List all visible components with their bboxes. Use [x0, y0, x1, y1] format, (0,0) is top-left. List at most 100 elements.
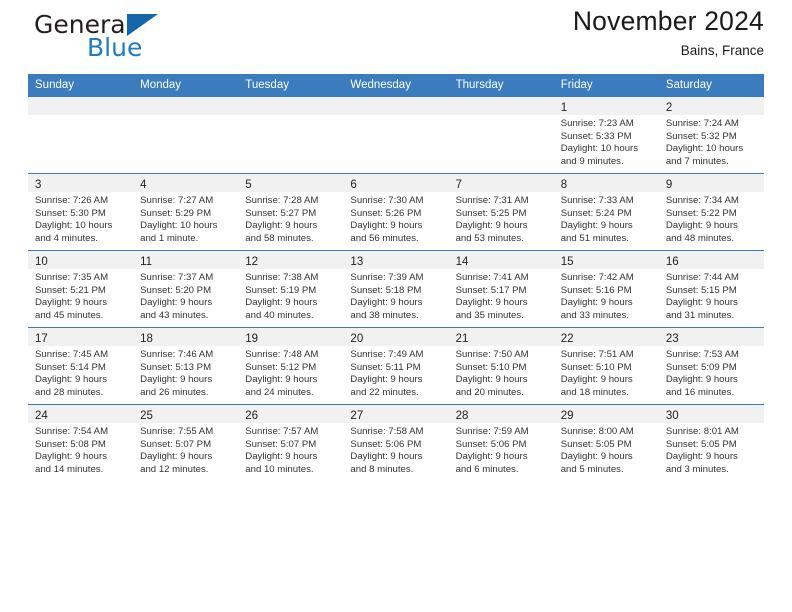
calendar-cell-day[interactable]: 24 Sunrise: 7:54 AM Sunset: 5:08 PM Dayligh…: [28, 404, 134, 481]
day-number-band: 6: [343, 174, 449, 192]
day-sun-info: Sunrise: 7:38 AM Sunset: 5:19 PM Daylight:…: [238, 269, 343, 322]
calendar-cell-day[interactable]: 7 Sunrise: 7:31 AM Sunset: 5:25 PM Daylight…: [448, 173, 554, 251]
day-cell: 24 Sunrise: 7:54 AM Sunset: 5:08 PM Dayligh…: [28, 405, 134, 481]
daylight-text-line1: Daylight: 9 hours: [455, 220, 528, 232]
calendar-cell-day[interactable]: 18 Sunrise: 7:46 AM Sunset: 5:13 PM Dayligh…: [133, 327, 239, 405]
daylight-text-line1: Daylight: 9 hours: [560, 374, 633, 386]
calendar-header-row: Sunday Monday Tuesday Wednesday Thursday…: [28, 74, 764, 97]
sunset-text: Sunset: 5:08 PM: [35, 438, 106, 450]
calendar-cell-empty: [133, 96, 239, 174]
daylight-text-line1: Daylight: 9 hours: [665, 374, 738, 386]
day-cell: 12 Sunrise: 7:38 AM Sunset: 5:19 PM Dayligh…: [238, 251, 344, 327]
daylight-text-line2: and 3 minutes.: [665, 463, 729, 475]
daylight-text-line2: and 4 minutes.: [35, 232, 98, 244]
calendar-cell-day[interactable]: 2 Sunrise: 7:24 AM Sunset: 5:32 PM Daylight…: [658, 96, 764, 174]
sunrise-text: Sunrise: 7:31 AM: [455, 195, 529, 206]
sunrise-text: Sunrise: 7:38 AM: [245, 272, 319, 283]
sunset-text: Sunset: 5:05 PM: [665, 438, 737, 450]
sunrise-text: Sunrise: 7:44 AM: [665, 272, 739, 283]
day-number-band: 9: [658, 174, 764, 192]
day-number-band: 22: [553, 328, 659, 346]
calendar-cell-day[interactable]: 1 Sunrise: 7:23 AM Sunset: 5:33 PM Daylight…: [553, 96, 659, 174]
calendar-cell-day[interactable]: 4 Sunrise: 7:27 AM Sunset: 5:29 PM Daylight…: [133, 173, 239, 251]
day-cell: 13 Sunrise: 7:39 AM Sunset: 5:18 PM Dayligh…: [343, 251, 449, 327]
sunrise-text: Sunrise: 7:59 AM: [455, 426, 529, 437]
calendar-cell-day[interactable]: 19 Sunrise: 7:48 AM Sunset: 5:12 PM Dayligh…: [238, 327, 344, 405]
sunrise-text: Sunrise: 7:27 AM: [140, 195, 214, 206]
daylight-text-line1: Daylight: 10 hours: [140, 220, 218, 232]
day-cell: [238, 97, 344, 173]
daylight-text-line1: Daylight: 9 hours: [35, 374, 107, 386]
daylight-text-line2: and 35 minutes.: [455, 309, 524, 321]
calendar-cell-day[interactable]: 6 Sunrise: 7:30 AM Sunset: 5:26 PM Daylight…: [343, 173, 449, 251]
logo-text-blue: Blue: [87, 33, 143, 62]
daylight-text-line1: Daylight: 10 hours: [560, 143, 639, 155]
day-cell: 3 Sunrise: 7:26 AM Sunset: 5:30 PM Daylight…: [28, 174, 134, 250]
calendar-cell-day[interactable]: 14 Sunrise: 7:41 AM Sunset: 5:17 PM Dayligh…: [448, 250, 554, 328]
calendar-week-row: 3 Sunrise: 7:26 AM Sunset: 5:30 PM Daylight…: [28, 173, 764, 251]
day-sun-info: Sunrise: 7:37 AM Sunset: 5:20 PM Daylight:…: [133, 269, 238, 322]
sunset-text: Sunset: 5:22 PM: [665, 207, 737, 219]
day-sun-info: Sunrise: 7:49 AM Sunset: 5:11 PM Daylight:…: [343, 346, 448, 399]
calendar-cell-day[interactable]: 12 Sunrise: 7:38 AM Sunset: 5:19 PM Dayligh…: [238, 250, 344, 328]
sunset-text: Sunset: 5:20 PM: [140, 284, 212, 296]
calendar-cell-day[interactable]: 16 Sunrise: 7:44 AM Sunset: 5:15 PM Dayligh…: [658, 250, 764, 328]
calendar-cell-day[interactable]: 11 Sunrise: 7:37 AM Sunset: 5:20 PM Dayligh…: [133, 250, 239, 328]
calendar-cell-day[interactable]: 27 Sunrise: 7:58 AM Sunset: 5:06 PM Dayligh…: [343, 404, 449, 481]
day-sun-info: Sunrise: 8:00 AM Sunset: 5:05 PM Daylight:…: [554, 423, 659, 476]
day-sun-info: Sunrise: 7:53 AM Sunset: 5:09 PM Daylight:…: [659, 346, 764, 399]
day-number-band: [343, 97, 449, 115]
day-number: 10: [35, 256, 48, 268]
general-blue-logo[interactable]: General Blue: [28, 8, 218, 66]
daylight-text-line2: and 10 minutes.: [245, 463, 314, 475]
day-number-band: 15: [553, 251, 659, 269]
calendar-cell-day[interactable]: 8 Sunrise: 7:33 AM Sunset: 5:24 PM Daylight…: [553, 173, 659, 251]
calendar-cell-day[interactable]: 28 Sunrise: 7:59 AM Sunset: 5:06 PM Dayligh…: [448, 404, 554, 481]
calendar-cell-day[interactable]: 5 Sunrise: 7:28 AM Sunset: 5:27 PM Daylight…: [238, 173, 344, 251]
day-sun-info: Sunrise: 7:57 AM Sunset: 5:07 PM Daylight:…: [238, 423, 343, 476]
calendar-cell-empty: [343, 96, 449, 174]
day-cell: 15 Sunrise: 7:42 AM Sunset: 5:16 PM Dayligh…: [553, 251, 659, 327]
daylight-text-line1: Daylight: 9 hours: [455, 297, 528, 309]
day-number-band: 2: [658, 97, 764, 115]
daylight-text-line2: and 28 minutes.: [35, 386, 104, 398]
daylight-text-line1: Daylight: 10 hours: [665, 143, 744, 155]
calendar-cell-day[interactable]: 25 Sunrise: 7:55 AM Sunset: 5:07 PM Dayligh…: [133, 404, 239, 481]
daylight-text-line1: Daylight: 9 hours: [35, 451, 107, 463]
sunset-text: Sunset: 5:15 PM: [665, 284, 737, 296]
daylight-text-line2: and 12 minutes.: [140, 463, 209, 475]
day-sun-info: Sunrise: 7:54 AM Sunset: 5:08 PM Daylight:…: [28, 423, 133, 476]
daylight-text-line1: Daylight: 9 hours: [350, 374, 423, 386]
sunrise-text: Sunrise: 7:30 AM: [350, 195, 424, 206]
calendar-cell-day[interactable]: 22 Sunrise: 7:51 AM Sunset: 5:10 PM Dayligh…: [553, 327, 659, 405]
day-number-band: [448, 97, 554, 115]
calendar-cell-day[interactable]: 29 Sunrise: 8:00 AM Sunset: 5:05 PM Dayligh…: [553, 404, 659, 481]
sunrise-text: Sunrise: 7:42 AM: [560, 272, 634, 283]
calendar-cell-day[interactable]: 17 Sunrise: 7:45 AM Sunset: 5:14 PM Dayligh…: [28, 327, 134, 405]
calendar-cell-day[interactable]: 21 Sunrise: 7:50 AM Sunset: 5:10 PM Dayligh…: [448, 327, 554, 405]
calendar-cell-day[interactable]: 30 Sunrise: 8:01 AM Sunset: 5:05 PM Dayligh…: [658, 404, 764, 481]
calendar-cell-day[interactable]: 10 Sunrise: 7:35 AM Sunset: 5:21 PM Dayligh…: [28, 250, 134, 328]
calendar-cell-day[interactable]: 3 Sunrise: 7:26 AM Sunset: 5:30 PM Daylight…: [28, 173, 134, 251]
sunrise-text: Sunrise: 7:49 AM: [350, 349, 424, 360]
day-cell: 14 Sunrise: 7:41 AM Sunset: 5:17 PM Dayligh…: [448, 251, 554, 327]
daylight-text-line1: Daylight: 9 hours: [350, 451, 423, 463]
daylight-text-line2: and 38 minutes.: [350, 309, 419, 321]
sunrise-text: Sunrise: 7:39 AM: [350, 272, 424, 283]
calendar-cell-day[interactable]: 20 Sunrise: 7:49 AM Sunset: 5:11 PM Dayligh…: [343, 327, 449, 405]
daylight-text-line1: Daylight: 9 hours: [350, 297, 423, 309]
calendar-cell-day[interactable]: 15 Sunrise: 7:42 AM Sunset: 5:16 PM Dayligh…: [553, 250, 659, 328]
calendar-cell-day[interactable]: 23 Sunrise: 7:53 AM Sunset: 5:09 PM Dayligh…: [658, 327, 764, 405]
day-number: 28: [455, 410, 469, 422]
daylight-text-line1: Daylight: 9 hours: [665, 451, 738, 463]
day-number: 9: [665, 179, 673, 191]
day-cell: 2 Sunrise: 7:24 AM Sunset: 5:32 PM Daylight…: [658, 97, 764, 173]
day-sun-info: Sunrise: 7:59 AM Sunset: 5:06 PM Daylight:…: [449, 423, 554, 476]
calendar-cell-day[interactable]: 26 Sunrise: 7:57 AM Sunset: 5:07 PM Dayligh…: [238, 404, 344, 481]
calendar-cell-empty: [238, 96, 344, 174]
sunrise-text: Sunrise: 7:46 AM: [140, 349, 214, 360]
sunrise-text: Sunrise: 7:57 AM: [245, 426, 319, 437]
calendar-cell-day[interactable]: 13 Sunrise: 7:39 AM Sunset: 5:18 PM Dayligh…: [343, 250, 449, 328]
calendar-cell-day[interactable]: 9 Sunrise: 7:34 AM Sunset: 5:22 PM Daylight…: [658, 173, 764, 251]
day-number-band: 10: [28, 251, 134, 269]
